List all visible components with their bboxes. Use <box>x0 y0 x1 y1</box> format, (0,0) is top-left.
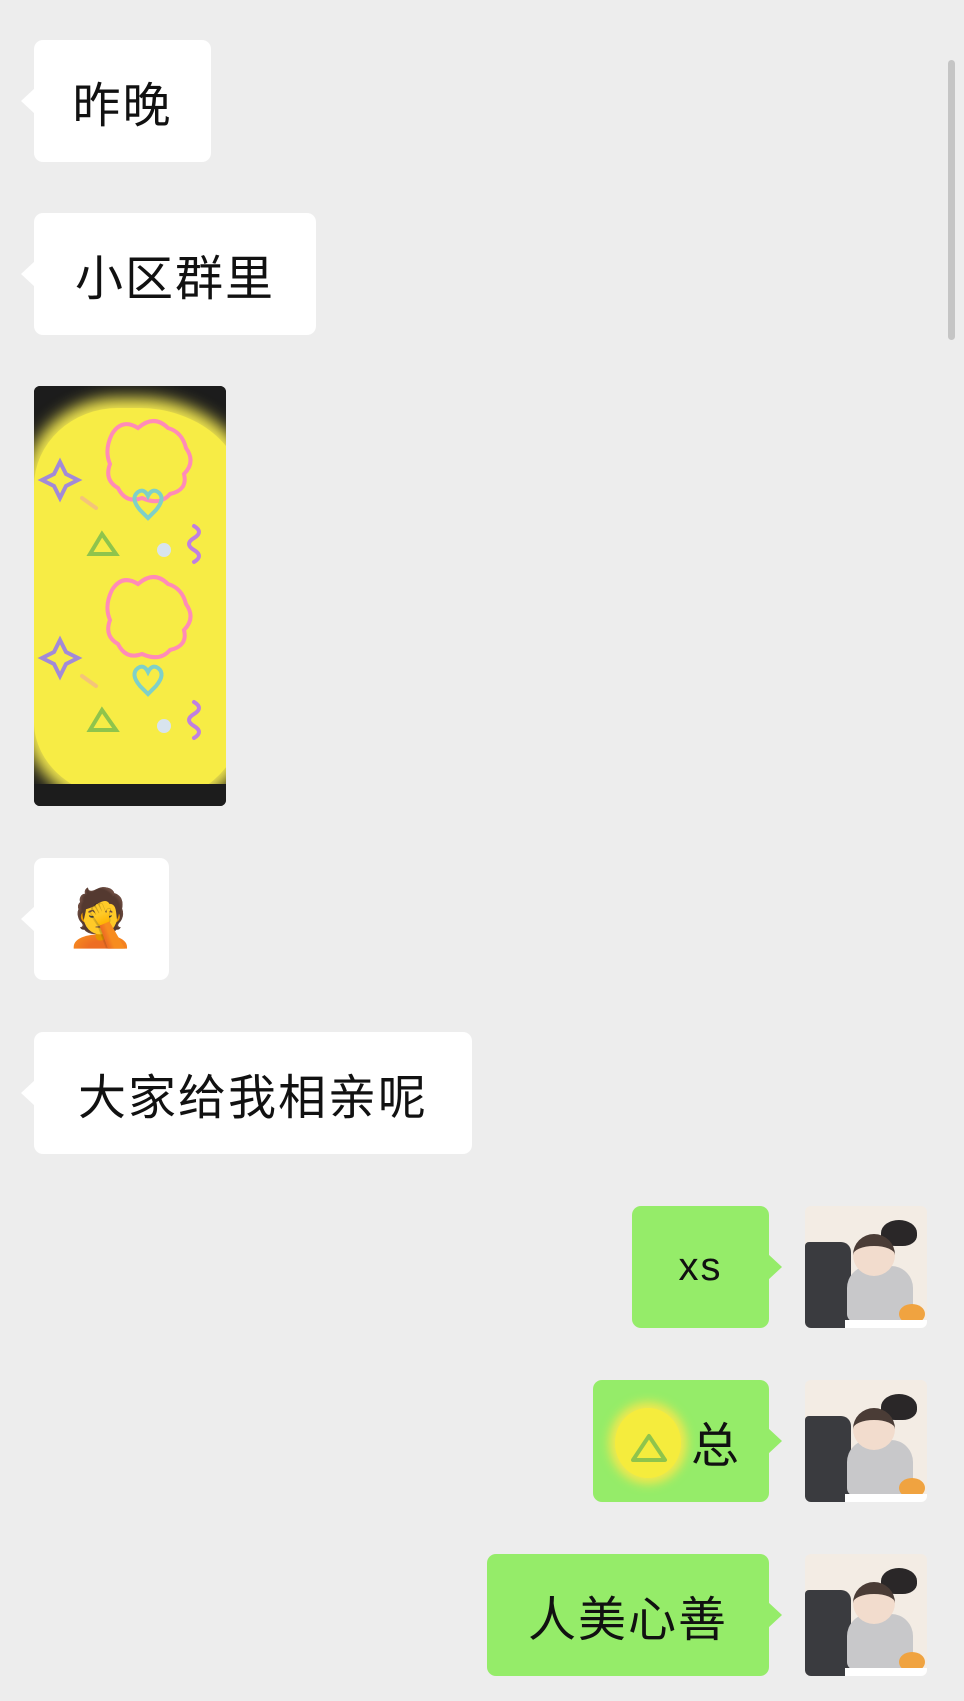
user-avatar[interactable] <box>805 1380 927 1502</box>
message-bubble-incoming[interactable]: 小区群里 <box>21 213 316 335</box>
image-doodles <box>37 419 201 740</box>
image-bottom-bar <box>34 784 226 806</box>
avatar-table <box>845 1668 927 1676</box>
message-text: 总 <box>690 1418 741 1474</box>
avatar-chair <box>805 1416 851 1502</box>
avatar-table <box>845 1494 927 1502</box>
chat-view: 昨晚 小区群里 🤦 大家给我相亲呢 xs 总 人美心善 <box>0 0 964 1701</box>
message-bubble-incoming[interactable]: 昨晚 <box>21 40 211 162</box>
user-avatar[interactable] <box>805 1554 927 1676</box>
avatar-table <box>845 1320 927 1328</box>
scrollbar[interactable] <box>948 60 955 340</box>
message-text: 小区群里 <box>74 251 275 307</box>
avatar-chair <box>805 1590 851 1676</box>
message-bubble-incoming[interactable]: 大家给我相亲呢 <box>21 1032 472 1154</box>
triangle-sticker-icon <box>631 1434 667 1462</box>
avatar-chair <box>805 1242 851 1328</box>
avatar-head <box>853 1234 895 1276</box>
message-bubble-outgoing[interactable]: xs <box>632 1206 782 1328</box>
user-avatar[interactable] <box>805 1206 927 1328</box>
message-text: xs <box>678 1244 723 1289</box>
message-bubble-outgoing[interactable]: 总 <box>593 1380 782 1502</box>
avatar-head <box>853 1408 895 1450</box>
message-bubble-outgoing[interactable]: 人美心善 <box>487 1554 782 1676</box>
message-text: 大家给我相亲呢 <box>77 1070 428 1126</box>
message-image[interactable] <box>34 386 226 806</box>
message-text: 昨晚 <box>72 78 173 134</box>
message-bubble-incoming[interactable]: 🤦 <box>21 858 169 980</box>
message-text: 人美心善 <box>527 1592 728 1648</box>
facepalm-emoji-icon: 🤦 <box>65 886 138 951</box>
avatar-head <box>853 1582 895 1624</box>
